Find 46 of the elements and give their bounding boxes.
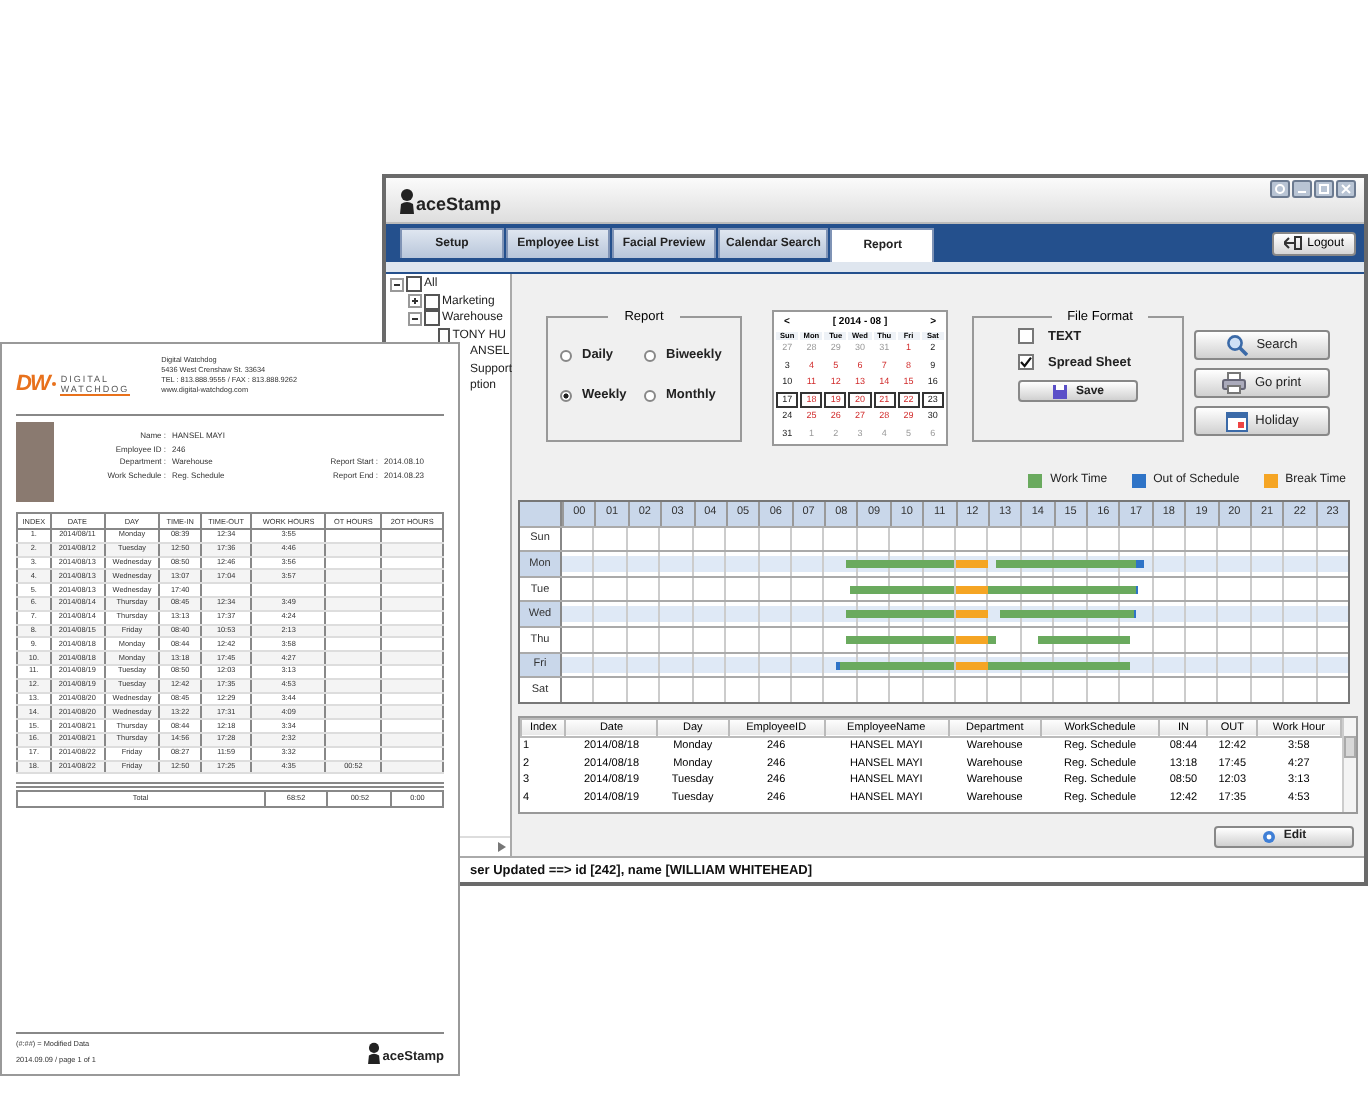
scroll-right-icon[interactable] <box>498 842 506 852</box>
work-time-bar <box>846 610 955 619</box>
work-time-bar <box>987 661 1130 670</box>
calendar-icon <box>1225 410 1248 432</box>
radio-button[interactable] <box>560 349 572 361</box>
work-time-bar <box>846 560 955 569</box>
collapse-icon[interactable] <box>390 277 404 292</box>
checkbox[interactable] <box>406 276 422 293</box>
work-time-bar <box>850 585 955 594</box>
checkbox[interactable] <box>1018 328 1034 344</box>
work-time-bar <box>999 610 1135 619</box>
work-time-bar <box>1038 635 1131 644</box>
break-time-bar <box>955 585 988 594</box>
checkbox[interactable] <box>1018 354 1034 370</box>
checkbox[interactable] <box>424 293 440 310</box>
work-time-bar <box>839 661 955 670</box>
circle-icon <box>1261 829 1276 844</box>
break-time-bar <box>955 661 988 670</box>
person-silhouette-icon <box>398 187 416 213</box>
expand-icon[interactable] <box>408 294 422 309</box>
printer-icon <box>1222 372 1247 394</box>
check-mark-icon <box>1020 356 1032 368</box>
minimize-icon[interactable] <box>1292 180 1312 198</box>
radio-button[interactable] <box>560 389 572 401</box>
close-icon[interactable] <box>1336 180 1356 198</box>
work-time-bar <box>987 635 997 644</box>
radio-button[interactable] <box>644 349 656 361</box>
collapse-icon[interactable] <box>408 311 422 326</box>
out-of-schedule-bar <box>1135 560 1144 569</box>
work-time-bar <box>846 635 955 644</box>
logo-mark: DW <box>16 372 49 396</box>
search-icon <box>1226 334 1249 356</box>
scrollbar[interactable] <box>1342 717 1356 812</box>
break-time-bar <box>955 610 988 619</box>
work-time-bar <box>996 560 1136 569</box>
person-silhouette-icon <box>366 1042 383 1064</box>
checkbox[interactable] <box>437 327 451 344</box>
checkbox[interactable] <box>424 310 440 327</box>
app-logo-text: aceStamp <box>416 193 502 213</box>
exit-arrow-icon <box>1283 236 1302 250</box>
maximize-icon[interactable] <box>1314 180 1334 198</box>
break-time-bar <box>955 635 988 644</box>
break-time-bar <box>955 560 988 569</box>
radio-button[interactable] <box>644 389 656 401</box>
photo-placeholder <box>16 422 54 502</box>
help-icon[interactable] <box>1270 180 1290 198</box>
